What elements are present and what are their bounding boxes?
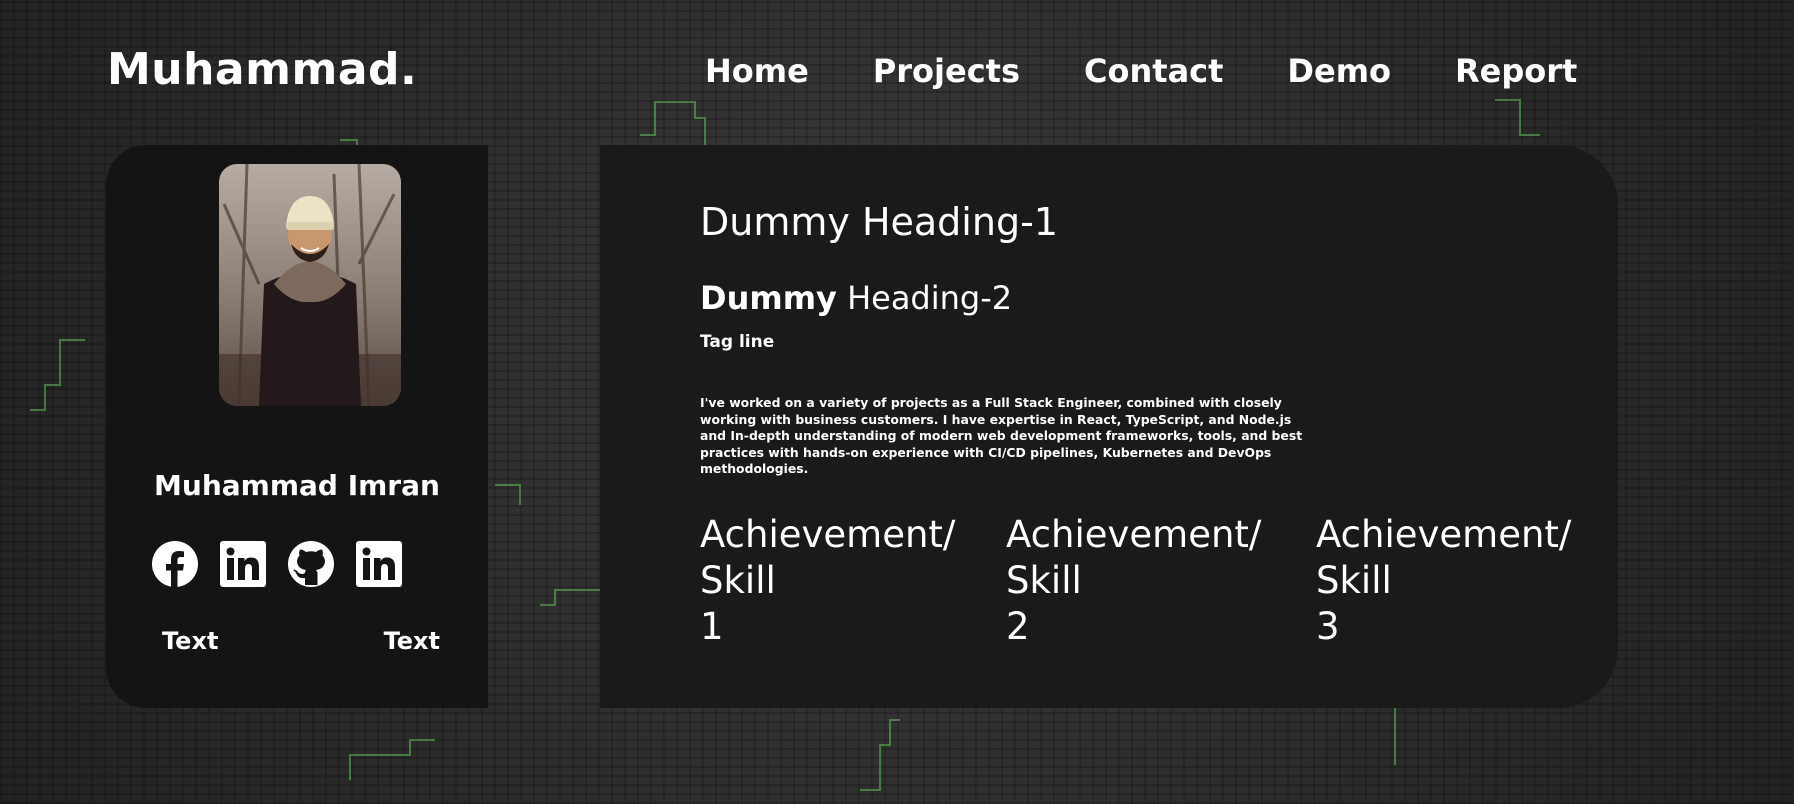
achievement-title: Achievement/ bbox=[1316, 513, 1572, 556]
description: I've worked on a variety of projects as … bbox=[700, 395, 1303, 476]
achievement-number: 1 bbox=[700, 605, 724, 648]
nav-projects[interactable]: Projects bbox=[873, 52, 1020, 90]
heading-2-rest: Heading-2 bbox=[836, 279, 1013, 317]
achievement-title: Achievement/ bbox=[1006, 513, 1262, 556]
profile-text-right: Text bbox=[383, 627, 440, 655]
heading-1: Dummy Heading-1 bbox=[700, 200, 1058, 244]
nav-contact[interactable]: Contact bbox=[1084, 52, 1223, 90]
achievement-3: Achievement/ Skill 3 bbox=[1316, 512, 1616, 650]
github-icon bbox=[288, 541, 334, 587]
linkedin-icon bbox=[356, 541, 402, 587]
linkedin-link[interactable] bbox=[220, 541, 266, 587]
nav-home[interactable]: Home bbox=[705, 52, 809, 90]
profile-card: Muhammad Imran Text Text bbox=[106, 145, 488, 708]
heading-2-bold: Dummy bbox=[700, 279, 837, 317]
facebook-link[interactable] bbox=[152, 541, 198, 587]
linkedin-icon bbox=[220, 541, 266, 587]
profile-name: Muhammad Imran bbox=[154, 469, 440, 502]
achievement-subtitle: Skill bbox=[1006, 559, 1082, 602]
linkedin-link-2[interactable] bbox=[356, 541, 402, 587]
achievement-subtitle: Skill bbox=[1316, 559, 1392, 602]
nav-report[interactable]: Report bbox=[1455, 52, 1577, 90]
tagline: Tag line bbox=[700, 332, 775, 352]
achievement-subtitle: Skill bbox=[700, 559, 776, 602]
achievement-number: 3 bbox=[1316, 605, 1340, 648]
heading-2: Dummy Heading-2 bbox=[700, 279, 1012, 317]
content-card: Dummy Heading-1 Dummy Heading-2 Tag line… bbox=[600, 145, 1618, 708]
achievement-number: 2 bbox=[1006, 605, 1030, 648]
github-link[interactable] bbox=[288, 541, 334, 587]
social-links bbox=[152, 541, 424, 587]
profile-text-left: Text bbox=[162, 627, 219, 655]
achievement-1: Achievement/ Skill 1 bbox=[700, 512, 1000, 650]
achievement-2: Achievement/ Skill 2 bbox=[1006, 512, 1306, 650]
main-nav: Home Projects Contact Demo Report bbox=[705, 52, 1641, 90]
facebook-icon bbox=[152, 541, 198, 587]
avatar-photo bbox=[219, 164, 401, 406]
nav-demo[interactable]: Demo bbox=[1287, 52, 1391, 90]
avatar bbox=[219, 164, 401, 406]
site-logo[interactable]: Muhammad. bbox=[107, 44, 417, 95]
achievement-title: Achievement/ bbox=[700, 513, 956, 556]
